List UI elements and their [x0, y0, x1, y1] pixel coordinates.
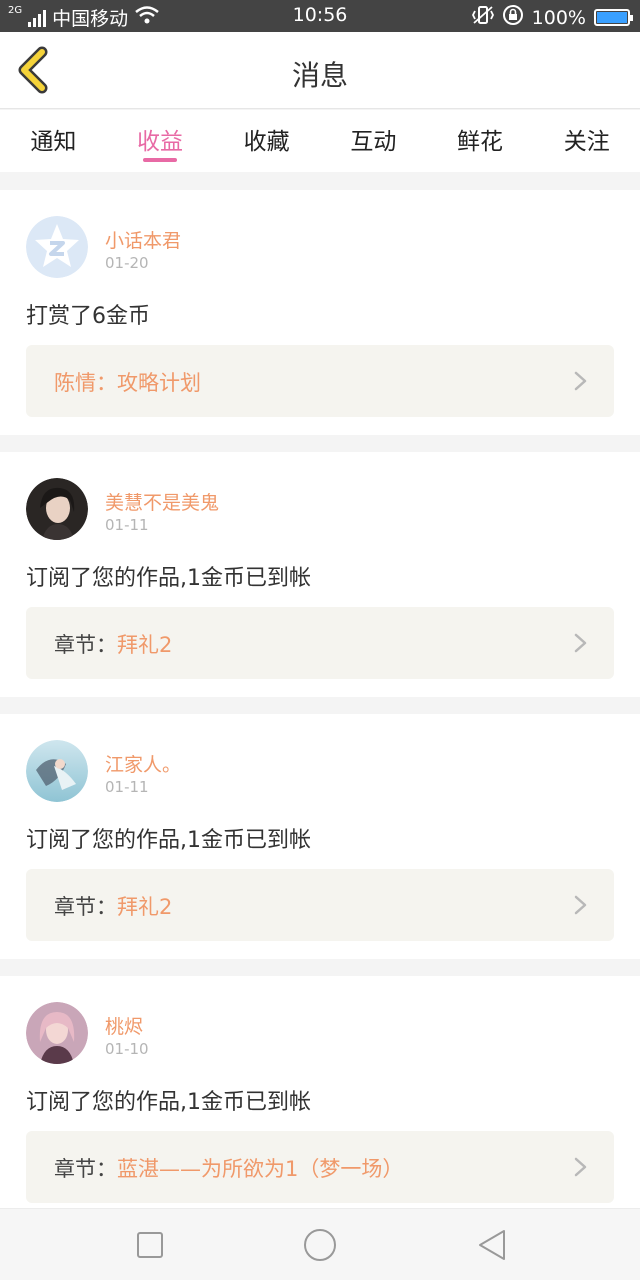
work-link-text: 陈情：攻略计划	[54, 367, 201, 397]
battery-percent: 100%	[531, 6, 586, 29]
work-link[interactable]: 章节：拜礼2	[26, 607, 614, 679]
work-link[interactable]: 章节：蓝湛——为所欲为1（梦一场）	[26, 1131, 614, 1203]
tab-1[interactable]: 收益	[107, 110, 214, 172]
back-nav-button[interactable]	[474, 1227, 510, 1263]
message-card: 美慧不是美鬼 01-11 订阅了您的作品,1金币已到帐章节：拜礼2	[0, 452, 640, 697]
chevron-right-icon	[574, 371, 587, 391]
message-date: 01-20	[105, 254, 149, 272]
avatar[interactable]	[26, 478, 88, 540]
work-link-text: 章节：蓝湛——为所欲为1（梦一场）	[54, 1153, 403, 1183]
sender-name[interactable]: 桃烬	[105, 1012, 143, 1039]
message-text: 打赏了6金币	[26, 304, 150, 329]
work-link-text: 章节：拜礼2	[54, 891, 172, 921]
app-header: 消息	[0, 32, 640, 109]
tab-2[interactable]: 收藏	[213, 110, 320, 172]
tab-3[interactable]: 互动	[320, 110, 427, 172]
work-link[interactable]: 陈情：攻略计划	[26, 345, 614, 417]
chevron-right-icon	[574, 633, 587, 653]
message-text: 订阅了您的作品,1金币已到帐	[26, 1090, 311, 1115]
avatar[interactable]	[26, 740, 88, 802]
message-text: 订阅了您的作品,1金币已到帐	[26, 828, 311, 853]
sender-name[interactable]: 美慧不是美鬼	[105, 488, 219, 515]
vibrate-icon	[471, 5, 494, 30]
page-title: 消息	[291, 59, 348, 92]
recent-apps-button[interactable]	[132, 1227, 168, 1263]
chevron-right-icon	[574, 895, 587, 915]
ref-value: 陈情：攻略计划	[54, 371, 201, 395]
tab-5[interactable]: 关注	[533, 110, 640, 172]
ref-label: 章节：	[54, 1157, 117, 1181]
home-icon	[304, 1229, 336, 1261]
home-button[interactable]	[300, 1227, 340, 1263]
tab-4[interactable]: 鲜花	[427, 110, 534, 172]
rotation-lock-icon	[502, 4, 524, 31]
message-list: 小话本君 01-20 打赏了6金币 陈情：攻略计划 美慧不是美鬼 01-11 订阅了您的作品…	[0, 190, 640, 1238]
tab-bar: 通知 收益 收藏 互动 鲜花 关注	[0, 110, 640, 172]
ref-value: 拜礼2	[117, 895, 173, 919]
work-link[interactable]: 章节：拜礼2	[26, 869, 614, 941]
message-text: 订阅了您的作品,1金币已到帐	[26, 566, 311, 591]
sender-name[interactable]: 江家人。	[105, 750, 181, 777]
chevron-right-icon	[574, 1157, 587, 1177]
avatar[interactable]	[26, 1002, 88, 1064]
ref-label: 章节：	[54, 633, 117, 657]
avatar[interactable]	[26, 216, 88, 278]
status-bar: 2G 中国移动 10:56 100%	[0, 0, 640, 32]
message-card: 江家人。 01-11 订阅了您的作品,1金币已到帐章节：拜礼2	[0, 714, 640, 959]
message-date: 01-11	[105, 516, 149, 534]
work-link-text: 章节：拜礼2	[54, 629, 172, 659]
recent-apps-icon	[137, 1232, 163, 1258]
ref-label: 章节：	[54, 895, 117, 919]
back-triangle-icon	[479, 1230, 505, 1260]
system-nav-bar	[0, 1208, 640, 1280]
message-date: 01-10	[105, 1040, 149, 1058]
message-card: 桃烬 01-10 订阅了您的作品,1金币已到帐章节：蓝湛——为所欲为1（梦一场）	[0, 976, 640, 1221]
sender-name[interactable]: 小话本君	[105, 226, 181, 253]
battery-icon	[594, 9, 633, 26]
tab-0[interactable]: 通知	[0, 110, 107, 172]
ref-value: 拜礼2	[117, 633, 173, 657]
ref-value: 蓝湛——为所欲为1（梦一场）	[117, 1157, 404, 1181]
message-date: 01-11	[105, 778, 149, 796]
status-right: 100%	[471, 4, 633, 31]
message-card: 小话本君 01-20 打赏了6金币陈情：攻略计划	[0, 190, 640, 435]
